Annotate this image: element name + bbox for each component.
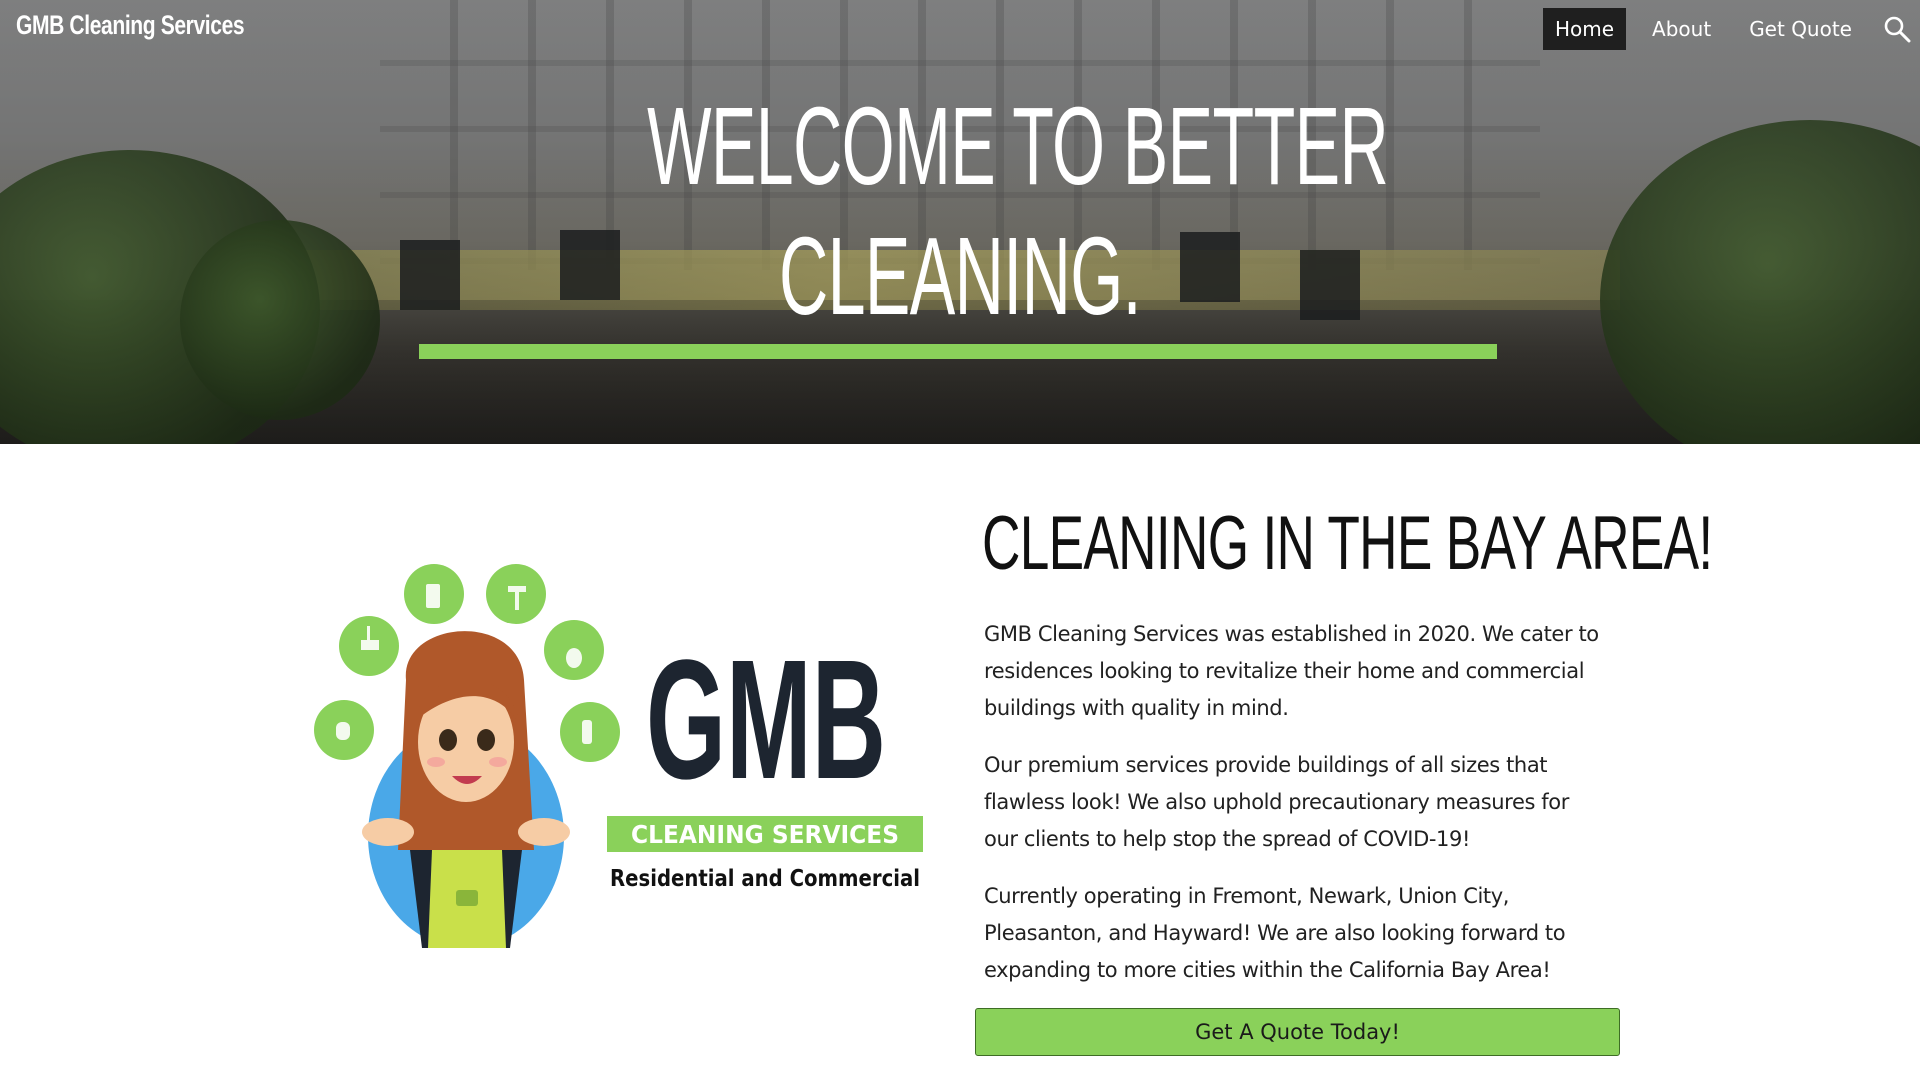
logo-banner: CLEANING SERVICES bbox=[631, 820, 899, 849]
company-logo: GMB CLEANING SERVICES Residential and Co… bbox=[310, 550, 930, 950]
section-title: CLEANING IN THE BAY AREA! bbox=[982, 501, 1713, 586]
hero-banner: GMB Cleaning Services Home About Get Quo… bbox=[0, 0, 1920, 444]
logo-wordmark: GMB bbox=[646, 625, 886, 815]
nav-about[interactable]: About bbox=[1640, 8, 1723, 50]
hero-heading-line1: WELCOME TO BETTER bbox=[647, 85, 1389, 208]
mascot-icon bbox=[362, 631, 570, 948]
nav-home[interactable]: Home bbox=[1542, 8, 1627, 50]
nav-get-quote[interactable]: Get Quote bbox=[1737, 8, 1864, 50]
logo-tagline: Residential and Commercial bbox=[610, 866, 920, 892]
paragraph-about: GMB Cleaning Services was established in… bbox=[984, 622, 1599, 720]
paragraph-services: Our premium services provide buildings o… bbox=[984, 753, 1569, 851]
paragraph-locations: Currently operating in Fremont, Newark, … bbox=[984, 884, 1566, 982]
hero-heading: WELCOME TO BETTER CLEANING. bbox=[420, 82, 1500, 342]
hero-heading-line2: CLEANING. bbox=[778, 215, 1142, 338]
hero-background-plant bbox=[180, 220, 380, 420]
hero-accent-bar bbox=[419, 344, 1497, 359]
search-icon[interactable] bbox=[1882, 14, 1912, 44]
hero-background-plant bbox=[1600, 120, 1920, 444]
get-quote-button[interactable]: Get A Quote Today! bbox=[975, 1008, 1620, 1056]
main-nav: Home About Get Quote bbox=[1542, 8, 1920, 50]
site-title[interactable]: GMB Cleaning Services bbox=[16, 10, 245, 41]
